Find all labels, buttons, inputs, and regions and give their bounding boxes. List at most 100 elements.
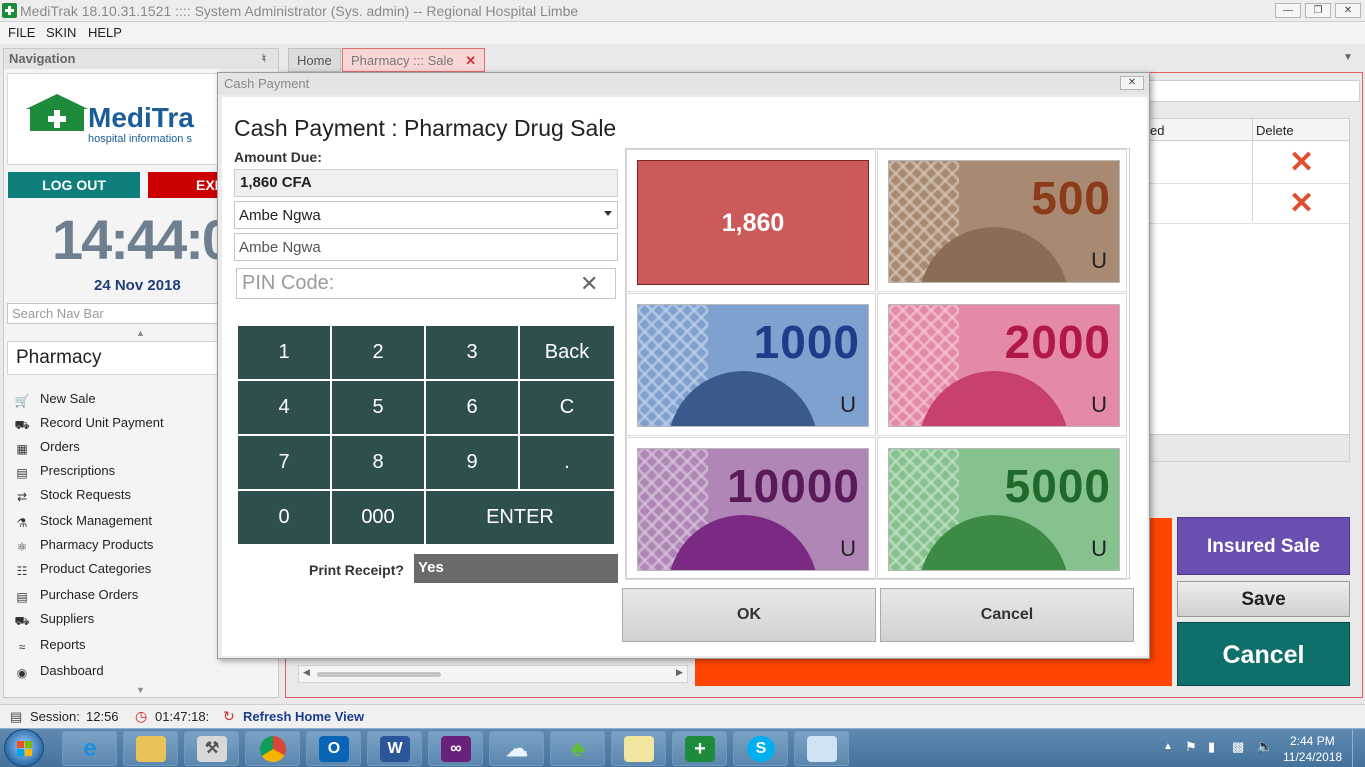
dialog-body: Cash Payment : Pharmacy Drug Sale Amount… bbox=[222, 97, 1147, 656]
print-receipt-toggle[interactable]: Yes bbox=[414, 554, 618, 583]
restore-button[interactable]: ❐ bbox=[1305, 3, 1331, 18]
menu-file[interactable]: FILE bbox=[8, 25, 35, 40]
chevron-down-icon[interactable]: ▼ bbox=[1343, 52, 1353, 63]
banknote-5000[interactable]: 5000 U bbox=[877, 437, 1127, 580]
key-decimal[interactable]: . bbox=[519, 435, 615, 490]
nav-item-dashboard[interactable]: ◉ Dashboard bbox=[14, 663, 274, 685]
key-1[interactable]: 1 bbox=[237, 325, 331, 380]
sale-search-input[interactable] bbox=[1148, 80, 1360, 102]
volume-icon[interactable]: 🔈 bbox=[1256, 738, 1273, 755]
pin-icon[interactable]: ♮ bbox=[262, 52, 266, 65]
taskbar-notepad[interactable] bbox=[794, 731, 849, 766]
scrollbar-thumb[interactable] bbox=[317, 672, 441, 677]
key-9[interactable]: 9 bbox=[425, 435, 519, 490]
banknote-500[interactable]: 500 U bbox=[877, 149, 1127, 292]
banknote-10000[interactable]: 10000 U bbox=[626, 437, 876, 580]
visual-studio-icon: ∞ bbox=[441, 736, 471, 762]
taskbar-word[interactable]: W bbox=[367, 731, 422, 766]
key-enter[interactable]: ENTER bbox=[425, 490, 615, 545]
key-000[interactable]: 000 bbox=[331, 490, 425, 545]
taskbar-ie[interactable]: e bbox=[62, 731, 117, 766]
delete-row-icon[interactable]: ✕ bbox=[1289, 186, 1314, 221]
taskbar-cloud[interactable]: ☁ bbox=[489, 731, 544, 766]
key-5[interactable]: 5 bbox=[331, 380, 425, 435]
nav-item-label: Stock Requests bbox=[40, 487, 132, 502]
key-4[interactable]: 4 bbox=[237, 380, 331, 435]
refresh-icon: ↻ bbox=[223, 708, 235, 724]
horizontal-scrollbar[interactable]: ◀ ▶ bbox=[298, 665, 688, 683]
tools-icon: ⚒ bbox=[197, 736, 227, 762]
flag-icon[interactable]: ⚑ bbox=[1185, 739, 1197, 755]
taskbar-skype[interactable]: S bbox=[733, 731, 788, 766]
pin-code-input[interactable]: PIN Code: bbox=[236, 268, 616, 299]
customer-select[interactable]: Ambe Ngwa bbox=[234, 201, 618, 229]
taskbar-explorer[interactable] bbox=[123, 731, 178, 766]
skype-icon: S bbox=[747, 736, 775, 762]
save-button[interactable]: Save bbox=[1177, 581, 1350, 617]
scroll-down-icon[interactable]: ▼ bbox=[136, 685, 145, 695]
customer-name-field[interactable]: Ambe Ngwa bbox=[234, 233, 618, 261]
request-icon: ⇄ bbox=[16, 490, 28, 504]
menu-skin[interactable]: SKIN bbox=[46, 25, 76, 40]
nav-item-label: Product Categories bbox=[40, 561, 152, 576]
orders-icon: ▦ bbox=[16, 442, 28, 456]
start-button[interactable] bbox=[4, 729, 44, 767]
note-denomination: 500 bbox=[1031, 172, 1111, 224]
device-icon[interactable]: ▮ bbox=[1208, 739, 1215, 755]
key-7[interactable]: 7 bbox=[237, 435, 331, 490]
taskbar-outlook[interactable]: O bbox=[306, 731, 361, 766]
key-3[interactable]: 3 bbox=[425, 325, 519, 380]
amount-due-tile[interactable]: 1,860 bbox=[626, 149, 876, 292]
key-6[interactable]: 6 bbox=[425, 380, 519, 435]
explorer-icon bbox=[136, 736, 166, 762]
taskbar-visual-studio[interactable]: ∞ bbox=[428, 731, 483, 766]
scroll-left-icon[interactable]: ◀ bbox=[303, 667, 310, 678]
close-tab-icon[interactable]: ✕ bbox=[465, 53, 476, 68]
tray-expand-icon[interactable]: ▲ bbox=[1163, 741, 1173, 752]
key-back[interactable]: Back bbox=[519, 325, 615, 380]
delete-row-icon[interactable]: ✕ bbox=[1289, 145, 1314, 180]
network-icon[interactable]: ▩ bbox=[1232, 739, 1244, 755]
key-2[interactable]: 2 bbox=[331, 325, 425, 380]
tab-home[interactable]: Home bbox=[288, 48, 341, 72]
tray-time[interactable]: 2:44 PM bbox=[1290, 734, 1335, 748]
dialog-close-button[interactable]: ✕ bbox=[1120, 76, 1144, 90]
close-window-button[interactable]: ✕ bbox=[1335, 3, 1361, 18]
truck-icon: ⛟ bbox=[14, 614, 30, 628]
logo-text: MediTra bbox=[88, 102, 194, 133]
taskbar-meditrak[interactable]: + bbox=[672, 731, 727, 766]
banknote-2000-image: 2000 U bbox=[888, 304, 1120, 427]
logout-button[interactable]: LOG OUT bbox=[8, 172, 140, 198]
key-clear[interactable]: C bbox=[519, 380, 615, 435]
scroll-right-icon[interactable]: ▶ bbox=[676, 667, 683, 678]
banknote-1000[interactable]: 1000 U bbox=[626, 293, 876, 436]
clear-pin-icon[interactable]: ✕ bbox=[580, 271, 598, 297]
tab-pharmacy-sale[interactable]: Pharmacy ::: Sale ✕ bbox=[342, 48, 486, 72]
banknote-2000[interactable]: 2000 U bbox=[877, 293, 1127, 436]
menu-bar: FILE SKIN HELP bbox=[0, 22, 1365, 44]
pills-icon: ⚛ bbox=[16, 540, 28, 554]
refresh-home-link[interactable]: Refresh Home View bbox=[243, 709, 364, 724]
menu-help[interactable]: HELP bbox=[88, 25, 122, 40]
taskbar-photos[interactable] bbox=[611, 731, 666, 766]
taskbar-clover[interactable]: ♣ bbox=[550, 731, 605, 766]
insured-sale-button[interactable]: Insured Sale bbox=[1177, 517, 1350, 575]
ok-button[interactable]: OK bbox=[622, 588, 876, 642]
scroll-up-icon[interactable]: ▲ bbox=[136, 328, 145, 338]
nav-item-label: Record Unit Payment bbox=[40, 415, 164, 430]
cash-payment-dialog: Cash Payment ✕ Cash Payment : Pharmacy D… bbox=[217, 72, 1150, 659]
show-desktop-button[interactable] bbox=[1352, 729, 1365, 767]
navigation-header: Navigation ♮ bbox=[4, 49, 278, 69]
tray-date[interactable]: 11/24/2018 bbox=[1283, 750, 1342, 764]
clover-icon: ♣ bbox=[570, 736, 586, 761]
taskbar-tools[interactable]: ⚒ bbox=[184, 731, 239, 766]
key-8[interactable]: 8 bbox=[331, 435, 425, 490]
minimize-button[interactable]: — bbox=[1275, 3, 1301, 18]
dialog-cancel-button[interactable]: Cancel bbox=[880, 588, 1134, 642]
grid-header bbox=[1138, 119, 1349, 141]
cancel-sale-button[interactable]: Cancel bbox=[1177, 622, 1350, 686]
logo-subtitle: hospital information s bbox=[88, 133, 192, 145]
key-0[interactable]: 0 bbox=[237, 490, 331, 545]
taskbar-chrome[interactable] bbox=[245, 731, 300, 766]
tab-label: Home bbox=[297, 53, 332, 68]
